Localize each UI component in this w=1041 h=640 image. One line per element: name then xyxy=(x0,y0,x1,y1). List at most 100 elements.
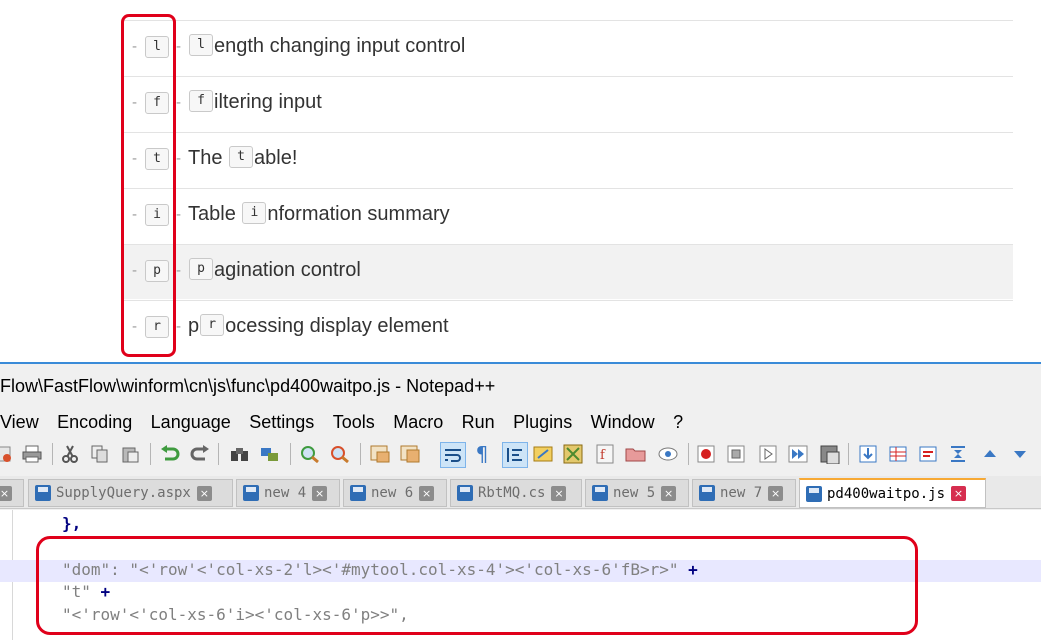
paste-icon[interactable] xyxy=(118,442,142,466)
saved-file-icon xyxy=(457,485,473,501)
cut-icon[interactable] xyxy=(58,442,82,466)
code-token-brace: }, xyxy=(62,514,82,533)
menu-encoding[interactable]: Encoding xyxy=(57,412,132,433)
desc-rest: ength changing input control xyxy=(214,35,466,57)
play-macro-icon[interactable] xyxy=(756,442,780,466)
record-macro-icon[interactable] xyxy=(694,442,718,466)
arrow-up-icon[interactable] xyxy=(978,442,1002,466)
tab-supplyquery-aspx[interactable]: SupplyQuery.aspx × xyxy=(28,479,233,507)
arrow-down-icon[interactable] xyxy=(1008,442,1032,466)
tab-truncated[interactable]: × xyxy=(0,479,24,507)
inline-key: t xyxy=(229,145,254,168)
toolbar: ¶ f xyxy=(0,438,1041,470)
stop-macro-icon[interactable] xyxy=(724,442,748,466)
saved-file-icon xyxy=(592,485,608,501)
close-tab-icon[interactable]: × xyxy=(551,485,567,501)
option-row-f: - f - f iltering input xyxy=(124,76,1013,131)
close-tab-icon[interactable]: × xyxy=(419,485,435,501)
document-map-icon[interactable] xyxy=(562,442,586,466)
menu-window[interactable]: Window xyxy=(591,412,655,433)
close-tab-icon[interactable]: × xyxy=(312,485,328,501)
option-description: The t able! xyxy=(188,145,298,170)
table-grid-icon[interactable] xyxy=(886,442,910,466)
option-description: p agination control xyxy=(188,257,361,282)
indent-guide-icon[interactable] xyxy=(502,442,528,468)
menu-settings[interactable]: Settings xyxy=(249,412,314,433)
close-tab-icon[interactable]: × xyxy=(768,485,784,501)
tab-label: new 6 xyxy=(371,485,414,501)
function-list-icon[interactable]: f xyxy=(594,442,618,466)
code-line[interactable]: }, xyxy=(0,514,1041,536)
word-wrap-icon[interactable] xyxy=(440,442,466,468)
collapse-all-icon[interactable] xyxy=(946,442,970,466)
save-macro-icon[interactable] xyxy=(818,442,842,466)
inline-key: l xyxy=(189,33,213,56)
tab-label: RbtMQ.cs xyxy=(478,485,546,501)
saved-file-icon xyxy=(350,485,366,501)
folder-workspace-icon[interactable] xyxy=(624,442,648,466)
option-row-t: - t - The t able! xyxy=(124,132,1013,187)
tab-label: new 5 xyxy=(613,485,656,501)
option-description: l ength changing input control xyxy=(188,33,466,58)
desc-rest: ocessing display element xyxy=(225,315,449,337)
desc-prefix: The xyxy=(188,147,229,169)
download-arrow-icon[interactable] xyxy=(856,442,880,466)
print-icon[interactable] xyxy=(20,442,44,466)
copy-icon[interactable] xyxy=(88,442,112,466)
option-description: f iltering input xyxy=(188,89,322,114)
close-file-icon[interactable] xyxy=(0,442,16,466)
option-row-i: - i - Table i nformation summary xyxy=(124,188,1013,243)
datatables-dom-options-table: - l - l ength changing input control - f … xyxy=(0,0,1041,362)
menu-run[interactable]: Run xyxy=(462,412,495,433)
saved-file-icon xyxy=(699,485,715,501)
row-dash: - xyxy=(176,95,182,111)
option-description: Table i nformation summary xyxy=(188,201,450,226)
find-icon[interactable] xyxy=(228,442,252,466)
tab-new-6[interactable]: new 6 × xyxy=(343,479,447,507)
sync-vertical-icon[interactable] xyxy=(368,442,392,466)
menu-macro[interactable]: Macro xyxy=(393,412,443,433)
tab-rbtmq-cs[interactable]: RbtMQ.cs × xyxy=(450,479,582,507)
saved-file-icon xyxy=(243,485,259,501)
row-dash: - xyxy=(176,39,182,55)
run-macro-multiple-icon[interactable] xyxy=(786,442,810,466)
table-list-icon[interactable] xyxy=(916,442,940,466)
menu-language[interactable]: Language xyxy=(151,412,231,433)
close-tab-icon[interactable]: × xyxy=(661,485,677,501)
user-defined-language-icon[interactable] xyxy=(532,442,556,466)
option-row-p: - p - p agination control xyxy=(124,244,1013,299)
tab-new-5[interactable]: new 5 × xyxy=(585,479,689,507)
inline-key: r xyxy=(200,313,225,336)
highlight-box-dom-option xyxy=(36,536,918,635)
close-tab-icon[interactable]: × xyxy=(0,485,12,501)
tab-label: SupplyQuery.aspx xyxy=(56,485,191,501)
redo-icon[interactable] xyxy=(188,442,212,466)
tab-pd400waitpo-js[interactable]: pd400waitpo.js × xyxy=(799,478,986,508)
document-tab-bar: × SupplyQuery.aspx × new 4 × new 6 × Rbt… xyxy=(0,476,1041,509)
saved-file-icon xyxy=(35,485,51,501)
row-dash: - xyxy=(176,319,182,335)
option-description: p r ocessing display element xyxy=(188,313,449,338)
show-all-characters-icon[interactable]: ¶ xyxy=(470,442,494,466)
desc-rest: able! xyxy=(254,147,298,169)
menu-view[interactable]: View xyxy=(0,412,39,433)
window-title: Flow\FastFlow\winform\cn\js\func\pd400wa… xyxy=(0,376,496,396)
desc-prefix: p xyxy=(188,315,200,337)
sync-horizontal-icon[interactable] xyxy=(398,442,422,466)
close-tab-icon[interactable]: × xyxy=(951,486,967,501)
tab-new-7[interactable]: new 7 × xyxy=(692,479,796,507)
menu-plugins[interactable]: Plugins xyxy=(513,412,572,433)
saved-file-icon xyxy=(806,485,822,502)
zoom-in-icon[interactable] xyxy=(298,442,322,466)
menu-help[interactable]: ? xyxy=(673,412,683,433)
row-dash: - xyxy=(176,151,182,167)
menu-tools[interactable]: Tools xyxy=(333,412,375,433)
close-tab-icon[interactable]: × xyxy=(196,485,212,501)
undo-icon[interactable] xyxy=(158,442,182,466)
tab-label: pd400waitpo.js xyxy=(827,485,946,502)
tab-new-4[interactable]: new 4 × xyxy=(236,479,340,507)
zoom-out-icon[interactable] xyxy=(328,442,352,466)
monitoring-eye-icon[interactable] xyxy=(656,442,680,466)
inline-key: p xyxy=(189,257,213,280)
replace-icon[interactable] xyxy=(258,442,282,466)
